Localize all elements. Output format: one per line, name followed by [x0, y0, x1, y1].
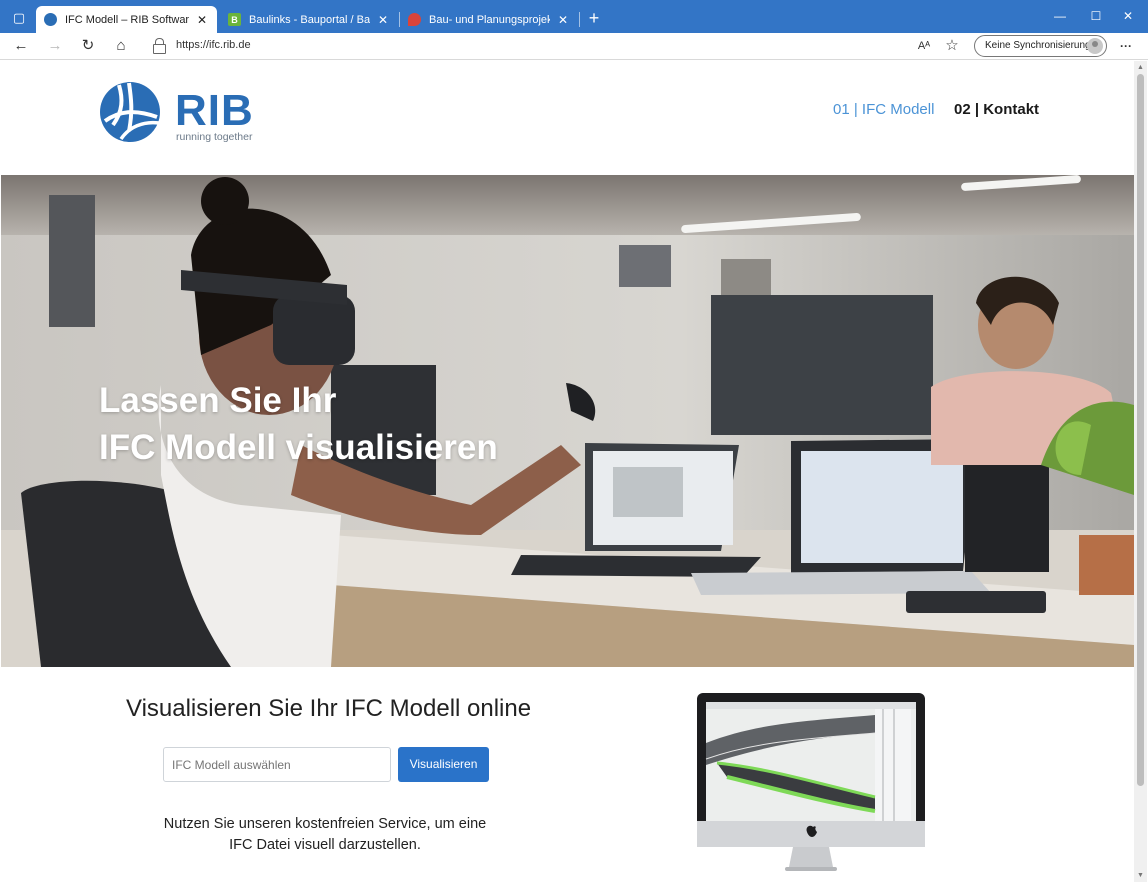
favorites-star-icon[interactable]: ☆ — [941, 36, 963, 56]
section-title: Visualisieren Sie Ihr IFC Modell online — [126, 695, 532, 722]
tab-title: IFC Modell – RIB Software — [65, 13, 189, 26]
hero-headline: Lassen Sie Ihr IFC Modell visualisieren — [99, 377, 498, 471]
scroll-up-arrow-icon[interactable]: ▲ — [1136, 63, 1145, 72]
tab-ifc-modell[interactable]: IFC Modell – RIB Software ✕ — [36, 6, 217, 33]
map-pin-favicon-icon — [408, 13, 421, 26]
nav-link-ifc-modell[interactable]: 01 | IFC Modell — [833, 101, 934, 118]
hero-headline-line2: IFC Modell visualisieren — [99, 428, 498, 467]
home-icon[interactable]: ⌂ — [110, 36, 132, 56]
service-description: Nutzen Sie unseren kostenfreien Service,… — [141, 814, 509, 856]
hero-headline-line1: Lassen Sie Ihr — [99, 381, 337, 420]
sync-label: Keine Synchronisierung — [985, 40, 1091, 51]
scrollbar-thumb[interactable] — [1137, 74, 1144, 786]
tab-title: Bau- und Planungsprojekte auf Baunetz — [429, 13, 550, 26]
minimize-button[interactable]: — — [1040, 6, 1080, 26]
site-header: RIB running together 01 | IFC Modell 02 … — [1, 61, 1134, 175]
page-viewport: RIB running together 01 | IFC Modell 02 … — [1, 61, 1134, 882]
imac-preview-image — [697, 693, 925, 871]
tab-actions-icon[interactable]: ▢ — [8, 8, 30, 28]
logo-wordmark: RIB — [175, 86, 254, 135]
rib-logo-mark-icon — [100, 82, 160, 142]
baulinks-favicon-icon: B — [228, 13, 241, 26]
logo-tagline: running together — [176, 131, 253, 143]
back-arrow-icon[interactable]: ← — [10, 36, 32, 56]
hero-banner: Lassen Sie Ihr IFC Modell visualisieren — [1, 175, 1134, 667]
profile-avatar-icon — [1087, 38, 1103, 54]
window-close-button[interactable]: ✕ — [1108, 6, 1148, 26]
reload-icon[interactable]: ↻ — [77, 36, 99, 56]
read-aloud-icon[interactable]: Aᴬ — [913, 36, 935, 56]
tab-close-icon[interactable]: ✕ — [195, 13, 209, 27]
tab-separator — [579, 12, 580, 27]
page-scrollbar[interactable]: ▲ ▼ — [1134, 61, 1147, 882]
browser-toolbar: ← → ↻ ⌂ https://ifc.rib.de Aᴬ ☆ Keine Sy… — [0, 33, 1148, 60]
address-bar[interactable]: https://ifc.rib.de — [143, 34, 963, 58]
more-menu-icon[interactable]: ··· — [1115, 36, 1137, 56]
tab-baulinks[interactable]: B Baulinks - Bauportal / Baumagazin ✕ — [220, 6, 398, 33]
sync-profile-button[interactable]: Keine Synchronisierung — [974, 35, 1107, 57]
rib-logo[interactable]: RIB running together — [99, 81, 259, 145]
ifc-file-input[interactable] — [163, 747, 391, 782]
new-tab-button[interactable]: + — [585, 8, 603, 28]
lock-icon[interactable] — [153, 38, 166, 54]
nav-link-kontakt[interactable]: 02 | Kontakt — [954, 101, 1039, 118]
scroll-down-arrow-icon[interactable]: ▼ — [1136, 871, 1145, 880]
tab-baunetz[interactable]: Bau- und Planungsprojekte auf Baunetz ✕ — [400, 6, 578, 33]
rib-favicon-icon — [44, 13, 57, 26]
tab-close-icon[interactable]: ✕ — [376, 13, 390, 27]
browser-titlebar: ▢ IFC Modell – RIB Software ✕ B Baulinks… — [0, 0, 1148, 33]
url-text[interactable]: https://ifc.rib.de — [176, 39, 251, 51]
tab-close-icon[interactable]: ✕ — [556, 13, 570, 27]
visualize-button[interactable]: Visualisieren — [398, 747, 489, 782]
forward-arrow-icon[interactable]: → — [44, 36, 66, 56]
tab-title: Baulinks - Bauportal / Baumagazin — [249, 13, 370, 26]
description-line2: IFC Datei visuell darzustellen. — [229, 837, 421, 853]
description-line1: Nutzen Sie unseren kostenfreien Service,… — [163, 816, 487, 832]
